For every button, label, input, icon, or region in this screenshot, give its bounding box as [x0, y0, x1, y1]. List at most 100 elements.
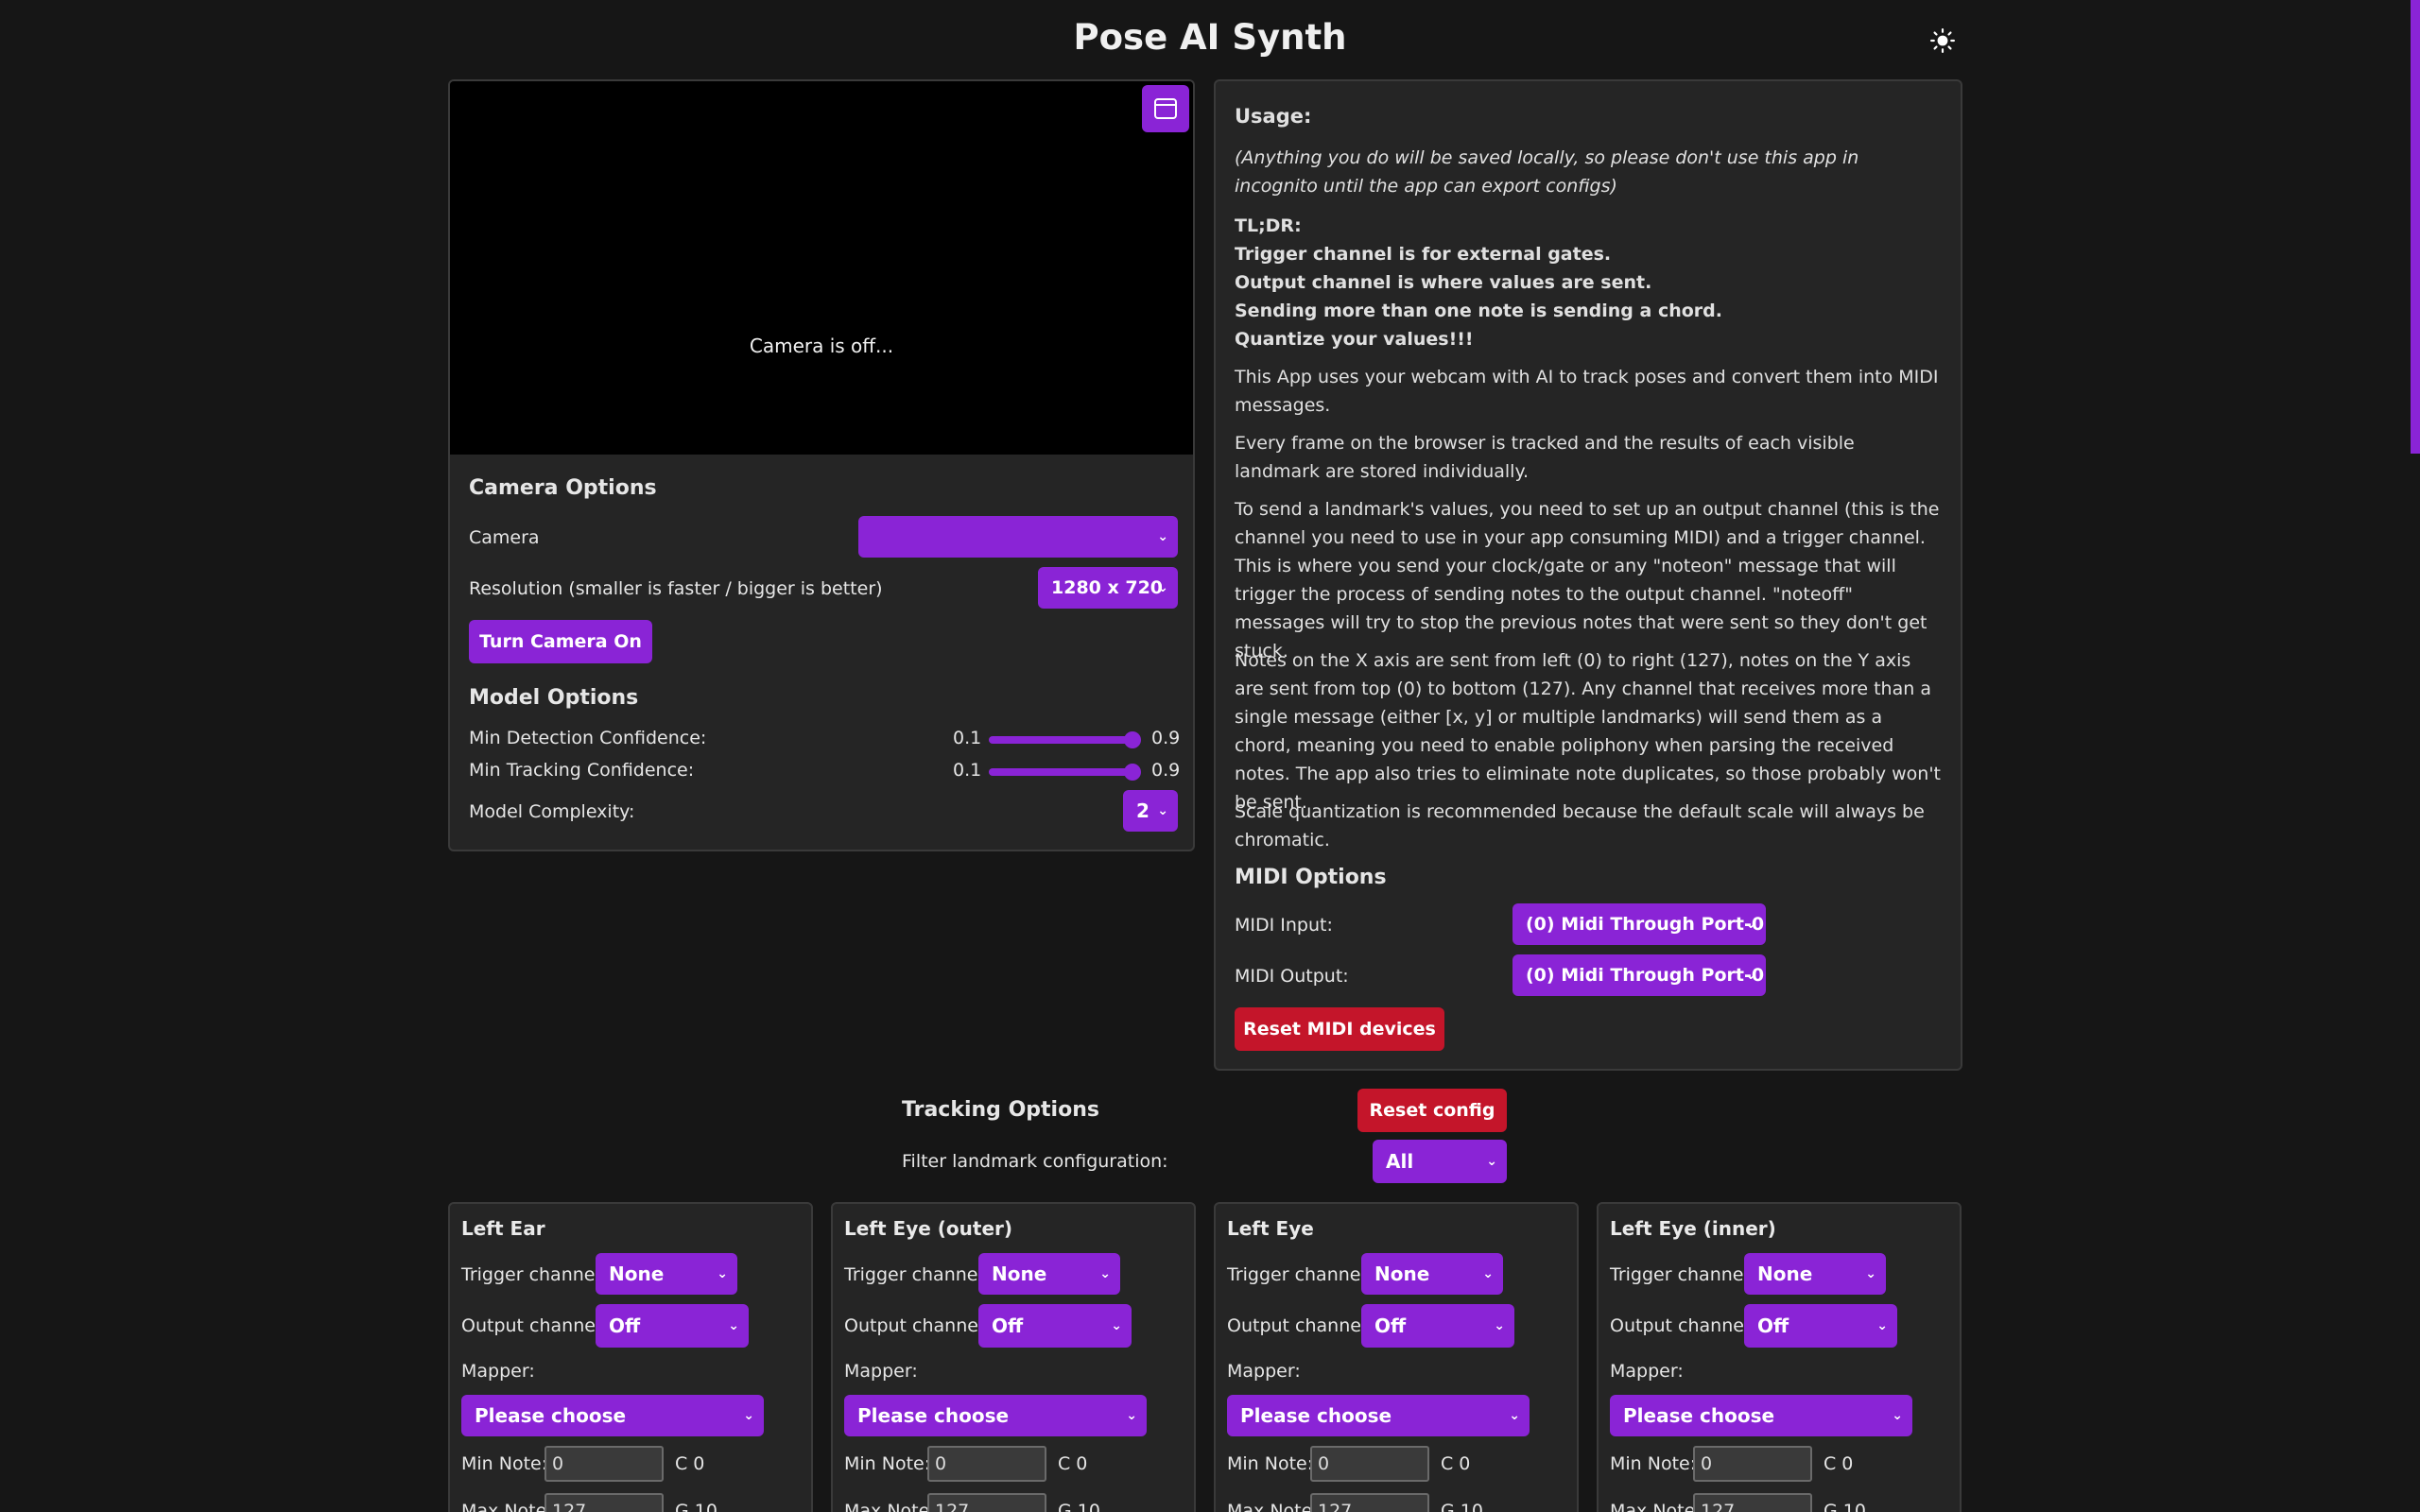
usage-paragraph-4: Notes on the X axis are sent from left (…: [1235, 650, 1941, 813]
usage-paragraph-2: Every frame on the browser is tracked an…: [1235, 433, 1855, 482]
min-tracking-slider[interactable]: [989, 768, 1132, 776]
min-detection-slider-handle[interactable]: [1124, 731, 1141, 748]
tldr-item-4: Quantize your values!!!: [1235, 329, 1474, 350]
usage-panel: Usage: (Anything you do will be saved lo…: [1214, 79, 1962, 1071]
min-note-input[interactable]: 0: [544, 1446, 664, 1482]
midi-options-heading: MIDI Options: [1235, 866, 1387, 889]
landmark-card: Left Eye (outer) Trigger channel: None ⌄…: [831, 1202, 1196, 1512]
camera-label: Camera: [469, 527, 540, 548]
chevron-down-icon: ⌄: [1745, 917, 1756, 932]
trigger-channel-label: Trigger channel:: [844, 1264, 990, 1285]
landmark-card: Left Eye (inner) Trigger channel: None ⌄…: [1597, 1202, 1962, 1512]
max-note-input[interactable]: 127: [544, 1493, 664, 1512]
output-channel-value: Off: [1374, 1314, 1407, 1337]
trigger-channel-label: Trigger channel:: [1610, 1264, 1755, 1285]
chevron-down-icon: ⌄: [1157, 803, 1168, 818]
max-note-name: G 10: [1058, 1501, 1100, 1512]
usage-paragraph-5: Scale quantization is recommended becaus…: [1235, 801, 1925, 850]
model-complexity-label: Model Complexity:: [469, 801, 635, 822]
max-note-label: Max Note:: [1227, 1501, 1319, 1512]
model-options-heading: Model Options: [469, 686, 639, 710]
reset-config-button[interactable]: Reset config: [1357, 1089, 1507, 1132]
picture-in-picture-button[interactable]: [1142, 85, 1189, 132]
landmark-title: Left Ear: [461, 1217, 545, 1240]
trigger-channel-select[interactable]: None ⌄: [978, 1253, 1120, 1295]
mapper-select[interactable]: Please choose ⌄: [461, 1395, 764, 1436]
min-note-label: Min Note:: [1227, 1453, 1314, 1474]
tldr-item-2: Output channel is where values are sent.: [1235, 272, 1652, 293]
min-note-name: C 0: [1058, 1453, 1088, 1474]
turn-camera-on-button[interactable]: Turn Camera On: [469, 620, 652, 663]
midi-input-value: (0) Midi Through Port-0: [1526, 914, 1765, 935]
midi-input-select[interactable]: (0) Midi Through Port-0 ⌄: [1512, 903, 1766, 945]
max-note-label: Max Note:: [461, 1501, 553, 1512]
trigger-channel-value: None: [609, 1263, 665, 1285]
filter-landmark-select[interactable]: All ⌄: [1373, 1140, 1507, 1183]
max-note-input[interactable]: 127: [927, 1493, 1046, 1512]
output-channel-select[interactable]: Off ⌄: [1361, 1304, 1514, 1348]
filter-landmark-label: Filter landmark configuration:: [902, 1151, 1168, 1172]
mapper-label: Mapper:: [844, 1361, 918, 1382]
model-complexity-select[interactable]: 2 ⌄: [1123, 790, 1178, 832]
output-channel-label: Output channel:: [1227, 1315, 1373, 1336]
chevron-down-icon: ⌄: [1486, 1154, 1497, 1169]
midi-output-select[interactable]: (0) Midi Through Port-0 ⌄: [1512, 954, 1766, 996]
max-note-input[interactable]: 127: [1310, 1493, 1429, 1512]
max-note-label: Max Note:: [844, 1501, 936, 1512]
output-channel-label: Output channel:: [1610, 1315, 1755, 1336]
chevron-down-icon: ⌄: [1126, 1408, 1137, 1423]
chevron-down-icon: ⌄: [1876, 1318, 1888, 1333]
landmark-card: Left Eye Trigger channel: None ⌄ Output …: [1214, 1202, 1579, 1512]
resolution-select[interactable]: 1280 x 720 ⌄: [1038, 567, 1178, 609]
chevron-down-icon: ⌄: [1494, 1318, 1505, 1333]
trigger-channel-label: Trigger channel:: [461, 1264, 607, 1285]
output-channel-label: Output channel:: [844, 1315, 990, 1336]
output-channel-select[interactable]: Off ⌄: [978, 1304, 1132, 1348]
mapper-label: Mapper:: [461, 1361, 535, 1382]
max-note-name: G 10: [1824, 1501, 1866, 1512]
min-note-input[interactable]: 0: [927, 1446, 1046, 1482]
chevron-down-icon: ⌄: [743, 1408, 754, 1423]
usage-paragraph-3: To send a landmark's values, you need to…: [1235, 499, 1940, 662]
midi-output-label: MIDI Output:: [1235, 966, 1349, 987]
trigger-channel-select[interactable]: None ⌄: [1744, 1253, 1886, 1295]
min-note-label: Min Note:: [844, 1453, 931, 1474]
mapper-select[interactable]: Please choose ⌄: [844, 1395, 1147, 1436]
landmark-card: Left Ear Trigger channel: None ⌄ Output …: [448, 1202, 813, 1512]
chevron-down-icon: ⌄: [1157, 580, 1168, 595]
chevron-down-icon: ⌄: [1865, 1266, 1876, 1281]
mapper-label: Mapper:: [1610, 1361, 1684, 1382]
min-detection-slider[interactable]: [989, 736, 1132, 744]
mapper-value: Please choose: [475, 1404, 627, 1427]
model-complexity-value: 2: [1136, 799, 1150, 822]
output-channel-select[interactable]: Off ⌄: [596, 1304, 749, 1348]
camera-select[interactable]: ⌄: [858, 516, 1178, 558]
output-channel-value: Off: [1757, 1314, 1789, 1337]
min-note-input[interactable]: 0: [1310, 1446, 1429, 1482]
min-tracking-slider-handle[interactable]: [1124, 764, 1141, 781]
scrollbar-thumb[interactable]: [2411, 0, 2420, 454]
chevron-down-icon: ⌄: [1482, 1266, 1494, 1281]
chevron-down-icon: ⌄: [1509, 1408, 1520, 1423]
min-note-name: C 0: [1824, 1453, 1854, 1474]
max-note-input[interactable]: 127: [1693, 1493, 1812, 1512]
theme-toggle-button[interactable]: [1927, 25, 1959, 57]
chevron-down-icon: ⌄: [1111, 1318, 1122, 1333]
filter-landmark-value: All: [1386, 1150, 1414, 1173]
trigger-channel-select[interactable]: None ⌄: [596, 1253, 737, 1295]
output-channel-value: Off: [992, 1314, 1024, 1337]
min-note-input[interactable]: 0: [1693, 1446, 1812, 1482]
chevron-down-icon: ⌄: [728, 1318, 739, 1333]
trigger-channel-select[interactable]: None ⌄: [1361, 1253, 1503, 1295]
min-detection-label: Min Detection Confidence:: [469, 728, 707, 748]
output-channel-select[interactable]: Off ⌄: [1744, 1304, 1897, 1348]
mapper-select[interactable]: Please choose ⌄: [1610, 1395, 1912, 1436]
max-note-label: Max Note:: [1610, 1501, 1702, 1512]
reset-midi-devices-button[interactable]: Reset MIDI devices: [1235, 1007, 1444, 1051]
landmark-title: Left Eye (outer): [844, 1217, 1013, 1240]
resolution-select-value: 1280 x 720: [1051, 577, 1164, 598]
mapper-select[interactable]: Please choose ⌄: [1227, 1395, 1530, 1436]
chevron-down-icon: ⌄: [717, 1266, 728, 1281]
min-tracking-min: 0.1: [953, 760, 982, 781]
sun-icon: [1930, 28, 1955, 53]
